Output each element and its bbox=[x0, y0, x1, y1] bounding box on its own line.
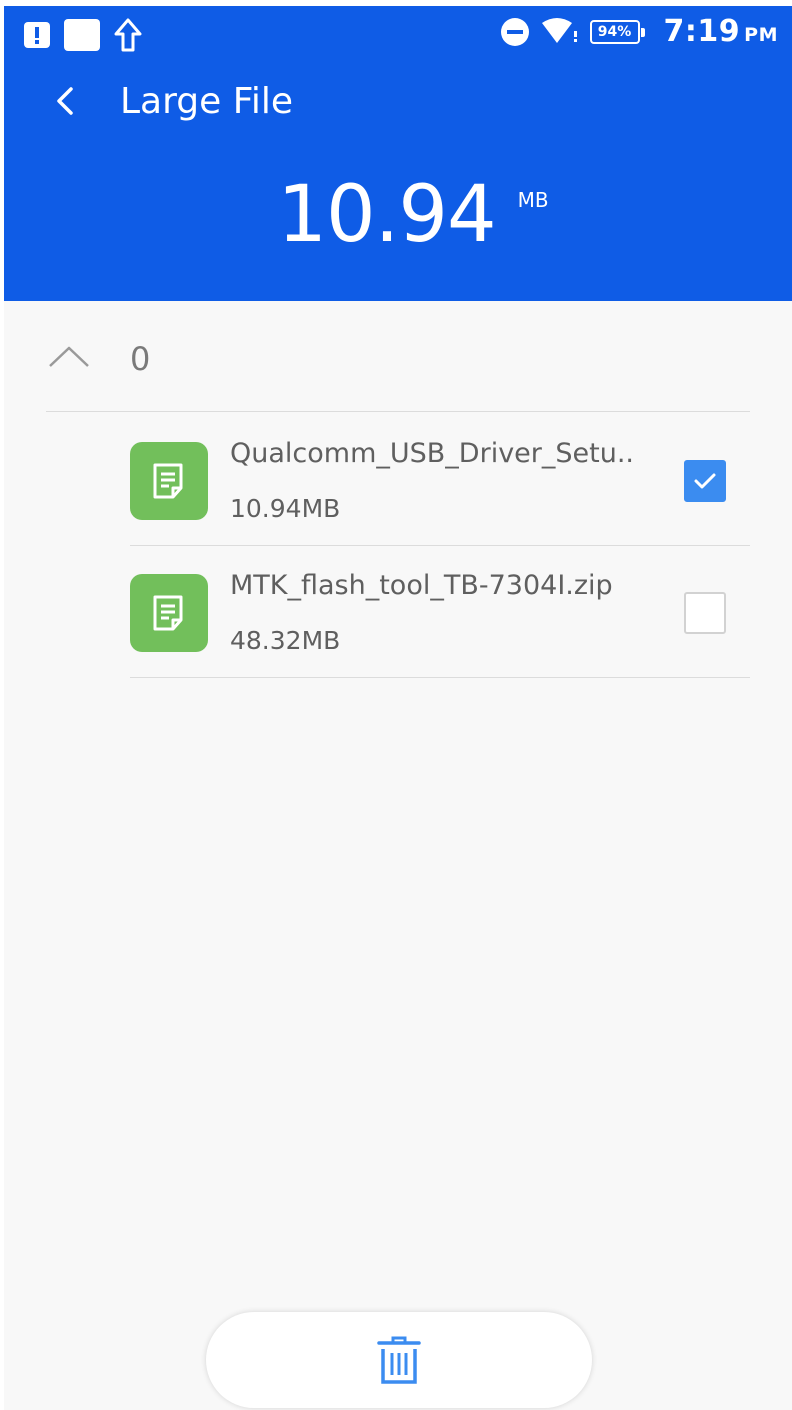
list-item[interactable]: MTK_flash_tool_TB-7304I.zip 48.32MB bbox=[130, 546, 750, 678]
square-icon bbox=[64, 19, 100, 51]
status-bar: 94% 7:19 PM bbox=[4, 6, 792, 64]
group-header[interactable]: 0 bbox=[46, 336, 750, 412]
back-button[interactable] bbox=[54, 76, 94, 126]
file-size: 48.32MB bbox=[230, 626, 341, 655]
chevron-up-icon[interactable] bbox=[46, 336, 92, 382]
file-icon bbox=[130, 574, 208, 652]
document-icon bbox=[153, 595, 183, 631]
chevron-left-icon bbox=[57, 87, 73, 115]
file-size: 10.94MB bbox=[230, 494, 341, 523]
screen: 94% 7:19 PM Large File 10.94 MB 0 Qualco… bbox=[4, 6, 792, 1410]
total-size-unit: MB bbox=[517, 188, 549, 212]
delete-button[interactable] bbox=[206, 1312, 592, 1408]
file-icon bbox=[130, 442, 208, 520]
file-checkbox[interactable] bbox=[684, 592, 726, 634]
page-title: Large File bbox=[120, 80, 293, 122]
group-count: 0 bbox=[130, 340, 151, 378]
total-size-value: 10.94 bbox=[277, 170, 496, 260]
file-checkbox[interactable] bbox=[684, 460, 726, 502]
alert-icon bbox=[24, 22, 50, 48]
total-size: 10.94 MB bbox=[4, 176, 792, 254]
do-not-disturb-icon bbox=[500, 17, 529, 46]
wifi-icon bbox=[541, 17, 577, 43]
upload-arrow-icon bbox=[114, 18, 142, 52]
header: 94% 7:19 PM Large File 10.94 MB bbox=[4, 6, 792, 301]
file-name: MTK_flash_tool_TB-7304I.zip bbox=[230, 570, 613, 601]
clock: 7:19 PM bbox=[664, 14, 778, 49]
title-row: Large File bbox=[54, 76, 293, 126]
battery-level: 94% bbox=[597, 23, 632, 40]
file-name: Qualcomm_USB_Driver_Setu.. bbox=[230, 438, 634, 469]
battery-icon: 94% bbox=[589, 19, 645, 44]
list-item[interactable]: Qualcomm_USB_Driver_Setu.. 10.94MB bbox=[130, 414, 750, 546]
document-icon bbox=[153, 463, 183, 499]
clock-time: 7:19 bbox=[663, 14, 741, 49]
clock-ampm: PM bbox=[744, 24, 778, 46]
trash-icon bbox=[377, 1336, 421, 1384]
check-icon bbox=[694, 473, 716, 489]
